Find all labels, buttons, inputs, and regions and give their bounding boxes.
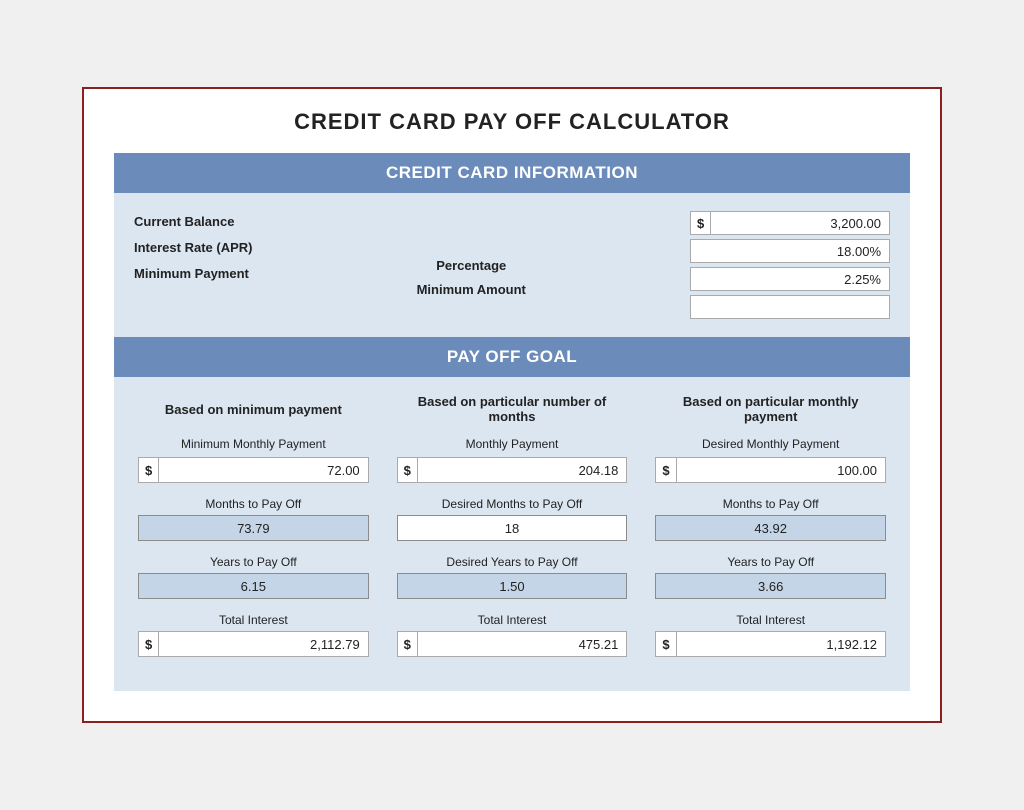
card-info-middle: Percentage Minimum Amount: [417, 211, 526, 301]
card-info-values: $ 3,200.00 18.00% 2.25%: [690, 211, 890, 319]
col2-dollar: $: [398, 458, 418, 482]
col2-interest-label: Total Interest: [478, 613, 547, 627]
card-info-labels: Current Balance Interest Rate (APR) Mini…: [134, 211, 252, 285]
col2-header: Based on particular number of months: [397, 389, 628, 429]
col3-sublabel: Desired Monthly Payment: [702, 437, 839, 451]
interest-value-row: 18.00%: [690, 239, 890, 263]
percentage-value-row: 2.25%: [690, 267, 890, 291]
col3-payment-row[interactable]: $ 100.00: [655, 457, 886, 483]
col1-months-label: Months to Pay Off: [205, 497, 301, 511]
balance-label: Current Balance: [134, 211, 252, 233]
col3-interest-dollar: $: [656, 632, 676, 656]
col1-interest-row: $ 2,112.79: [138, 631, 369, 657]
percentage-label: Percentage: [436, 255, 506, 277]
balance-value: 3,200.00: [711, 216, 889, 231]
col1-interest-label: Total Interest: [219, 613, 288, 627]
col1-months-value: 73.79: [138, 515, 369, 541]
col2-interest-value: 475.21: [418, 637, 626, 652]
col3-years-label: Years to Pay Off: [727, 555, 814, 569]
payoff-columns: Based on minimum payment Minimum Monthly…: [114, 377, 910, 691]
col2-years-label: Desired Years to Pay Off: [446, 555, 577, 569]
col1-header: Based on minimum payment: [165, 389, 342, 429]
payoff-section: PAY OFF GOAL Based on minimum payment Mi…: [114, 337, 910, 691]
payoff-col-3: Based on particular monthly payment Desi…: [641, 377, 900, 671]
col3-dollar: $: [656, 458, 676, 482]
col2-years-value: 1.50: [397, 573, 628, 599]
col3-header: Based on particular monthly payment: [655, 389, 886, 429]
col1-payment-value: 72.00: [159, 463, 367, 478]
col2-interest-row: $ 475.21: [397, 631, 628, 657]
col1-interest-value: 2,112.79: [159, 637, 367, 652]
minimum-amount-label: Minimum Amount: [417, 279, 526, 301]
interest-value: 18.00%: [691, 244, 889, 259]
col3-payment-value: 100.00: [677, 463, 885, 478]
col3-interest-label: Total Interest: [736, 613, 805, 627]
col1-dollar: $: [139, 458, 159, 482]
card-info-rows: Current Balance Interest Rate (APR) Mini…: [134, 211, 890, 319]
col2-interest-dollar: $: [398, 632, 418, 656]
card-info-header: CREDIT CARD INFORMATION: [114, 153, 910, 193]
payoff-col-1: Based on minimum payment Minimum Monthly…: [124, 377, 383, 671]
col3-years-value: 3.66: [655, 573, 886, 599]
col1-years-value: 6.15: [138, 573, 369, 599]
percentage-value: 2.25%: [691, 272, 889, 287]
card-info-section: Current Balance Interest Rate (APR) Mini…: [114, 193, 910, 337]
col1-sublabel: Minimum Monthly Payment: [181, 437, 326, 451]
col2-months-value[interactable]: 18: [397, 515, 628, 541]
col2-payment-row[interactable]: $ 204.18: [397, 457, 628, 483]
payoff-header: PAY OFF GOAL: [114, 337, 910, 377]
col1-payment-row[interactable]: $ 72.00: [138, 457, 369, 483]
col3-months-value: 43.92: [655, 515, 886, 541]
col1-interest-dollar: $: [139, 632, 159, 656]
col3-interest-row: $ 1,192.12: [655, 631, 886, 657]
balance-value-row: $ 3,200.00: [690, 211, 890, 235]
col3-interest-value: 1,192.12: [677, 637, 885, 652]
col3-months-label: Months to Pay Off: [723, 497, 819, 511]
main-title: CREDIT CARD PAY OFF CALCULATOR: [114, 109, 910, 135]
minimum-payment-label: Minimum Payment: [134, 263, 252, 285]
payoff-col-2: Based on particular number of months Mon…: [383, 377, 642, 671]
col2-payment-value: 204.18: [418, 463, 626, 478]
calculator-container: CREDIT CARD PAY OFF CALCULATOR CREDIT CA…: [82, 87, 942, 723]
minimum-amount-value-row: [690, 295, 890, 319]
interest-label: Interest Rate (APR): [134, 237, 252, 259]
col1-years-label: Years to Pay Off: [210, 555, 297, 569]
col2-sublabel: Monthly Payment: [466, 437, 559, 451]
balance-dollar-sign: $: [691, 212, 711, 234]
col2-months-label: Desired Months to Pay Off: [442, 497, 583, 511]
